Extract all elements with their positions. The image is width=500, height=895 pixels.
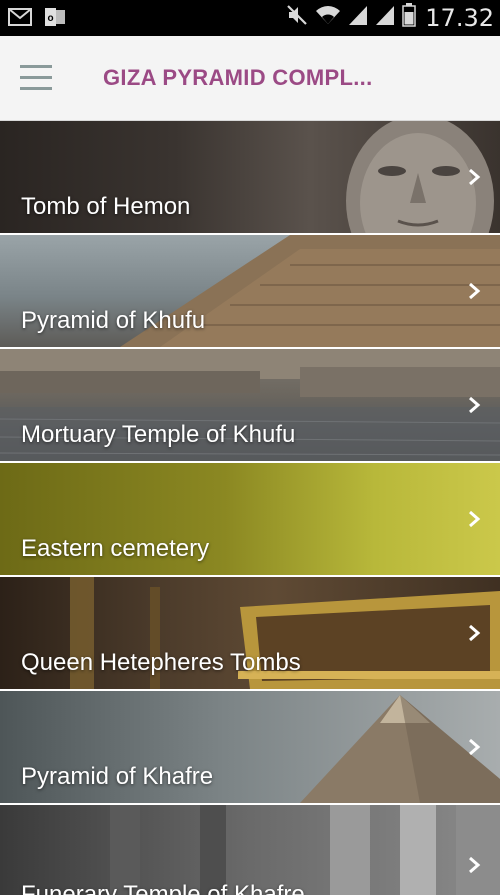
- app-bar: GIZA PYRAMID COMPL...: [0, 36, 500, 121]
- chevron-right-icon: [469, 510, 481, 528]
- page-title: GIZA PYRAMID COMPL...: [103, 65, 373, 90]
- chevron-right-icon: [469, 396, 481, 414]
- chevron-right-icon: [469, 738, 481, 756]
- list-item-eastern-cemetery[interactable]: Eastern cemetery: [0, 463, 500, 575]
- status-clock: 17.32: [425, 3, 494, 32]
- wifi-icon: [315, 4, 341, 31]
- chevron-right-icon: [469, 282, 481, 300]
- chevron-right-icon: [469, 624, 481, 642]
- list-item-pyramid-of-khafre[interactable]: Pyramid of Khafre: [0, 691, 500, 803]
- list-item-mortuary-temple-of-khufu[interactable]: Mortuary Temple of Khufu: [0, 349, 500, 461]
- chevron-right-icon: [469, 168, 481, 186]
- status-bar: o 17.32: [0, 0, 500, 36]
- list-item-label: Pyramid of Khafre: [21, 763, 214, 790]
- signal-icon: [375, 4, 395, 31]
- list-item-funerary-temple-of-khafre[interactable]: Funerary Temple of Khafre: [0, 805, 500, 895]
- list-item-pyramid-of-khufu[interactable]: Pyramid of Khufu: [0, 235, 500, 347]
- list-item-tomb-of-hemon[interactable]: Tomb of Hemon: [0, 121, 500, 233]
- list-item-label: Queen Hetepheres Tombs: [21, 649, 301, 676]
- list-item-label: Eastern cemetery: [21, 535, 210, 562]
- svg-text:o: o: [47, 13, 53, 24]
- list-item-label: Funerary Temple of Khafre: [21, 881, 305, 895]
- hamburger-menu-icon[interactable]: [20, 65, 52, 91]
- battery-icon: [402, 3, 417, 32]
- chevron-right-icon: [469, 856, 481, 874]
- mute-icon: [286, 4, 308, 31]
- signal-icon: [348, 4, 368, 31]
- list-item-queen-hetepheres-tombs[interactable]: Queen Hetepheres Tombs: [0, 577, 500, 689]
- outlook-icon: o: [44, 7, 66, 32]
- list-item-label: Mortuary Temple of Khufu: [21, 421, 296, 448]
- list-item-label: Tomb of Hemon: [21, 193, 191, 220]
- list-item-label: Pyramid of Khufu: [21, 307, 206, 334]
- mail-icon: [8, 8, 32, 31]
